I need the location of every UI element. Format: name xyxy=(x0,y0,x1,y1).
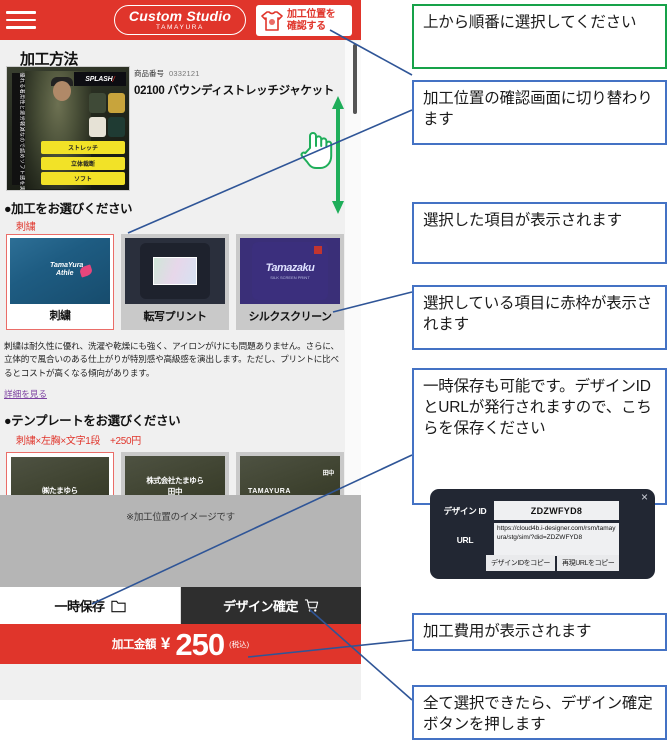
app-scroll-content: 加工方法 優れる着用性と疲労軽減なので認めソフト感を実現 SPLASH / スト… xyxy=(0,40,361,514)
thumb-text-line1: Tamazaku xyxy=(265,262,315,274)
feature-tag: ソフト xyxy=(41,172,125,185)
vertical-scrollbar-thumb[interactable] xyxy=(353,44,357,114)
thumb-text-line2: SILK SCREEN PRINT xyxy=(270,275,310,280)
thumb-text-line2: Athle xyxy=(56,270,74,277)
feature-tag: 立体裁断 xyxy=(41,156,125,170)
design-id-popup: × デザイン ID ZDZWFYD8 URL https://cloud4b.i… xyxy=(430,489,655,579)
product-feature-tags: ストレッチ 立体裁断 ソフト xyxy=(41,139,125,185)
hand-pointer-icon xyxy=(300,132,333,169)
annotation-note-4: 選択している項目に赤枠が表示されます xyxy=(412,285,667,350)
product-brand-badge: SPLASH / xyxy=(74,72,126,86)
product-image: 優れる着用性と疲労軽減なので認めソフト感を実現 SPLASH / ストレッチ 立体… xyxy=(6,66,130,191)
price-tax-note: (税込) xyxy=(229,639,250,649)
annotation-note-6: 加工費用が表示されます xyxy=(412,613,667,651)
tee-shape: Tamazaku SILK SCREEN PRINT xyxy=(252,242,328,300)
annotation-note-7: 全て選択できたら、デザイン確定ボタンを押します xyxy=(412,685,667,740)
product-number-row: 商品番号 0332121 xyxy=(134,68,334,79)
cart-icon xyxy=(304,599,319,612)
price-label: 加工金額 xyxy=(111,639,157,651)
processing-option-silkscreen[interactable]: Tamazaku SILK SCREEN PRINT シルクスクリーン xyxy=(236,234,344,330)
detail-link[interactable]: 詳細を見る xyxy=(4,388,47,400)
processing-option-label: 刺繍 xyxy=(49,310,72,322)
embroidery-hoodie-thumb: TamaYura Athle xyxy=(10,238,110,304)
model-head xyxy=(53,81,71,101)
copy-url-button[interactable]: 再現URLをコピー xyxy=(557,555,620,571)
product-brand-text: SPLASH xyxy=(85,75,113,83)
color-swatch-4 xyxy=(89,117,106,137)
price-bar: 加工金額 ¥ 250 (税込) xyxy=(0,624,361,664)
processing-option-label: シルクスクリーン xyxy=(248,311,332,323)
annotation-note-1: 上から順番に選択してください xyxy=(412,4,667,69)
annotation-note-3: 選択した項目が表示されます xyxy=(412,202,667,264)
tshirt-icon xyxy=(261,10,283,31)
brand-name: Custom Studio xyxy=(128,7,232,24)
action-bar: 一時保存 デザイン確定 xyxy=(0,587,361,624)
feature-tag: ストレッチ xyxy=(41,141,125,154)
preview-note: ※加工位置のイメージです xyxy=(126,512,235,523)
check-position-button[interactable]: 加工位置を 確認する xyxy=(256,5,352,36)
position-preview-overlay: ※加工位置のイメージです xyxy=(0,495,361,587)
processing-options: TamaYura Athle 刺繍 転写プリント Tamazaku SILK S… xyxy=(6,234,344,330)
annotation-text: 選択した項目が表示されます xyxy=(423,212,622,229)
processing-option-embroidery[interactable]: TamaYura Athle 刺繍 xyxy=(6,234,114,330)
temporary-save-label: 一時保存 xyxy=(54,599,105,614)
price-amount: 250 xyxy=(175,626,225,662)
design-url-label: URL xyxy=(456,534,474,545)
processing-selected-value: 刺繍 xyxy=(16,222,36,233)
annotation-text: 上から順番に選択してください xyxy=(423,14,637,31)
transfer-print-tee-thumb xyxy=(125,238,225,304)
template-heading: ●テンプレートをお選びください xyxy=(4,414,181,428)
processing-description: 刺繍は耐久性に優れ、洗濯や乾燥にも強く、アイロンがけにも問題ありません。さらに、… xyxy=(4,341,339,378)
close-icon[interactable]: × xyxy=(641,491,648,503)
annotation-text: 全て選択できたら、デザイン確定ボタンを押します xyxy=(423,695,653,733)
annotation-text: 加工位置の確認画面に切り替わります xyxy=(423,90,653,128)
processing-option-label: 転写プリント xyxy=(143,311,208,323)
design-url-value[interactable]: https://cloud4b.i-designer.com/rsm/tamay… xyxy=(494,523,619,556)
brand-subtitle: TAMAYURA xyxy=(156,23,204,31)
color-swatch-2 xyxy=(89,93,106,113)
annotation-text: 一時保存も可能です。デザインIDとURLが発行されますので、こちらを保存ください xyxy=(423,378,652,437)
temporary-save-button[interactable]: 一時保存 xyxy=(0,587,181,624)
processing-heading: ●加工をお選びください xyxy=(4,202,133,216)
app-header: Custom Studio TAMAYURA 加工位置を 確認する xyxy=(0,0,361,40)
confirm-design-button[interactable]: デザイン確定 xyxy=(181,587,361,624)
annotation-note-5: 一時保存も可能です。デザインIDとURLが発行されますので、こちらを保存ください xyxy=(412,368,667,505)
check-position-button-label: 加工位置を 確認する xyxy=(287,9,336,32)
product-number-value: 0332121 xyxy=(169,69,200,78)
print-patch xyxy=(153,257,197,285)
template-thumb-line1: 株式会社たまゆら xyxy=(146,476,204,485)
app-pane: Custom Studio TAMAYURA 加工位置を 確認する 加工方法 優… xyxy=(0,0,361,700)
check-btn-line1: 加工位置を xyxy=(287,9,336,20)
template-thumb-line1: TAMAYURA xyxy=(248,488,291,495)
confirm-design-label: デザイン確定 xyxy=(222,599,299,614)
annotation-text: 加工費用が表示されます xyxy=(423,623,592,640)
check-btn-line2: 確認する xyxy=(287,20,326,32)
product-number-label: 商品番号 xyxy=(134,69,164,78)
design-id-value[interactable]: ZDZWFYD8 xyxy=(494,501,619,520)
hamburger-menu-icon[interactable] xyxy=(6,11,46,29)
color-swatch-3 xyxy=(108,117,125,137)
product-name: 02100 バウンディストレッチジャケット xyxy=(134,85,334,97)
product-info: 商品番号 0332121 02100 バウンディストレッチジャケット xyxy=(134,68,334,98)
silkscreen-tee-thumb: Tamazaku SILK SCREEN PRINT xyxy=(240,238,340,304)
processing-option-transfer-print[interactable]: 転写プリント xyxy=(121,234,229,330)
brand-logo: Custom Studio TAMAYURA xyxy=(114,5,246,35)
template-selected-value: 刺繍×左胸×文字1段 +250円 xyxy=(16,436,141,447)
tee-shape xyxy=(140,243,210,299)
up-down-arrow-icon xyxy=(332,96,344,214)
screenshot-root: Custom Studio TAMAYURA 加工位置を 確認する 加工方法 優… xyxy=(0,0,670,742)
price-currency: ¥ xyxy=(160,634,171,653)
color-swatch-1 xyxy=(108,93,125,113)
annotation-note-2: 加工位置の確認画面に切り替わります xyxy=(412,80,667,145)
design-url-row: URL https://cloud4b.i-designer.com/rsm/t… xyxy=(436,523,619,556)
tee-badge xyxy=(314,246,322,254)
template-thumb-line2: 田中 xyxy=(322,471,335,477)
annotation-text: 選択している項目に赤枠が表示されます xyxy=(423,295,653,333)
folder-icon xyxy=(110,600,126,612)
design-id-label: デザイン ID xyxy=(443,505,487,516)
design-id-row: デザイン ID ZDZWFYD8 xyxy=(436,501,619,520)
thumb-text-line1: TamaYura xyxy=(50,262,84,269)
popup-copy-buttons: デザインIDをコピー 再現URLをコピー xyxy=(486,555,620,571)
copy-design-id-button[interactable]: デザインIDをコピー xyxy=(486,555,555,571)
